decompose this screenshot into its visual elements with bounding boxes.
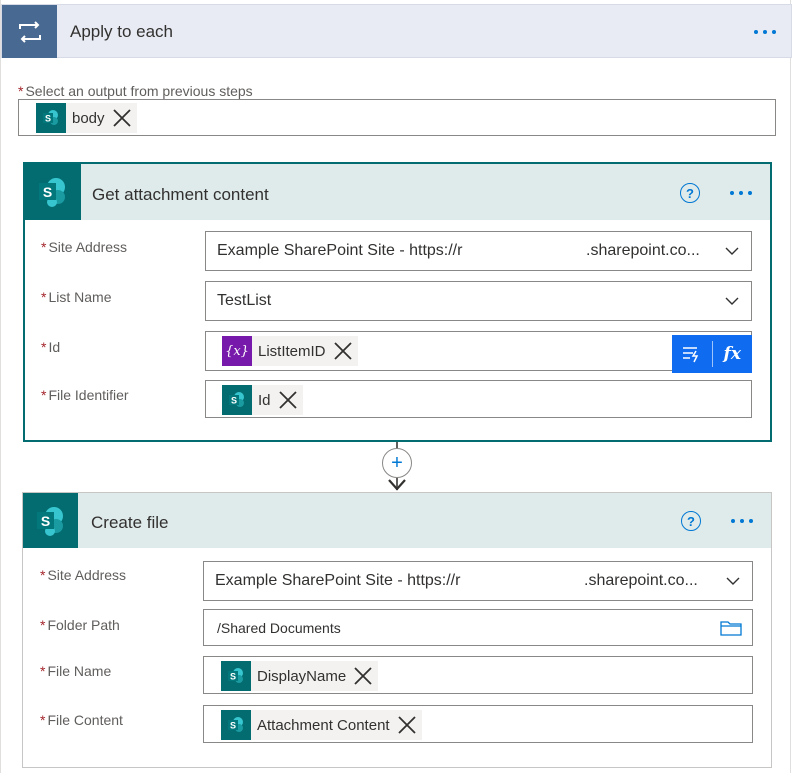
create-file-title: Create file (91, 513, 169, 532)
list-name-dropdown[interactable]: TestList (205, 281, 752, 321)
more-icon[interactable] (730, 191, 752, 195)
listitemid-token[interactable]: {x} ListItemID (222, 336, 358, 366)
apply-to-each-header[interactable]: Apply to each (1, 4, 792, 58)
variable-icon: {x} (222, 336, 252, 366)
id-label: * Id (41, 339, 61, 355)
attachment-content-token[interactable]: S Attachment Content (221, 710, 422, 740)
site-address-label: * Site Address (41, 239, 128, 255)
file-name-label: * File Name (40, 663, 112, 679)
svg-text:S: S (230, 721, 236, 731)
help-icon[interactable]: ? (680, 183, 700, 203)
displayname-token[interactable]: S DisplayName (221, 661, 379, 691)
file-name-field[interactable]: S DisplayName (203, 656, 753, 694)
sharepoint-icon: S (25, 164, 81, 220)
site-address-dropdown[interactable]: Example SharePoint Site - https://r .sha… (205, 231, 752, 271)
get-attachment-content-title: Get attachment content (92, 185, 269, 204)
folder-path-label: * Folder Path (40, 617, 120, 633)
close-icon[interactable] (332, 340, 354, 362)
sharepoint-icon: S (36, 103, 66, 133)
file-identifier-label: * File Identifier (41, 387, 129, 403)
file-content-label: * File Content (40, 712, 123, 728)
loop-icon (2, 5, 57, 58)
sharepoint-icon: S (221, 710, 251, 740)
folder-icon[interactable] (720, 620, 742, 636)
file-identifier-field[interactable]: S Id (205, 380, 752, 418)
svg-text:S: S (40, 513, 49, 529)
chevron-down-icon[interactable] (726, 574, 740, 588)
svg-text:S: S (230, 672, 236, 682)
sharepoint-icon: S (23, 493, 78, 548)
file-content-field[interactable]: S Attachment Content (203, 705, 753, 743)
sharepoint-icon: S (222, 385, 252, 415)
body-token[interactable]: S body (36, 103, 137, 133)
arrow-down-icon (388, 479, 406, 491)
add-icon[interactable]: + (382, 448, 412, 478)
close-icon[interactable] (277, 389, 299, 411)
create-file-header[interactable]: S Create file ? (23, 493, 771, 548)
dynamic-content-popup: fx (672, 335, 752, 373)
svg-text:S: S (45, 114, 51, 124)
apply-to-each-title: Apply to each (70, 22, 174, 41)
more-icon[interactable] (731, 519, 753, 523)
sharepoint-icon: S (221, 661, 251, 691)
dynamic-content-icon[interactable] (672, 335, 712, 373)
flow-canvas: Apply to each * Select an output from pre… (0, 0, 792, 773)
select-output-field[interactable]: S body (18, 99, 776, 136)
get-attachment-content-header[interactable]: S Get attachment content ? (25, 164, 770, 220)
help-icon[interactable]: ? (681, 511, 701, 531)
id-field[interactable]: {x} ListItemID (205, 331, 752, 371)
list-name-label: * List Name (41, 289, 112, 305)
svg-text:S: S (43, 184, 52, 200)
select-output-label: * Select an output from previous steps (18, 83, 253, 99)
chevron-down-icon[interactable] (725, 244, 739, 258)
id-token[interactable]: S Id (222, 385, 303, 415)
svg-text:S: S (231, 396, 237, 406)
close-icon[interactable] (352, 665, 374, 687)
cf-site-address-dropdown[interactable]: Example SharePoint Site - https://r .sha… (203, 561, 753, 601)
cf-site-address-label: * Site Address (40, 567, 127, 583)
close-icon[interactable] (111, 107, 133, 129)
more-icon[interactable] (754, 30, 776, 34)
expression-icon[interactable]: fx (712, 335, 752, 373)
close-icon[interactable] (396, 714, 418, 736)
folder-path-field[interactable]: /Shared Documents (203, 609, 753, 646)
chevron-down-icon[interactable] (725, 294, 739, 308)
